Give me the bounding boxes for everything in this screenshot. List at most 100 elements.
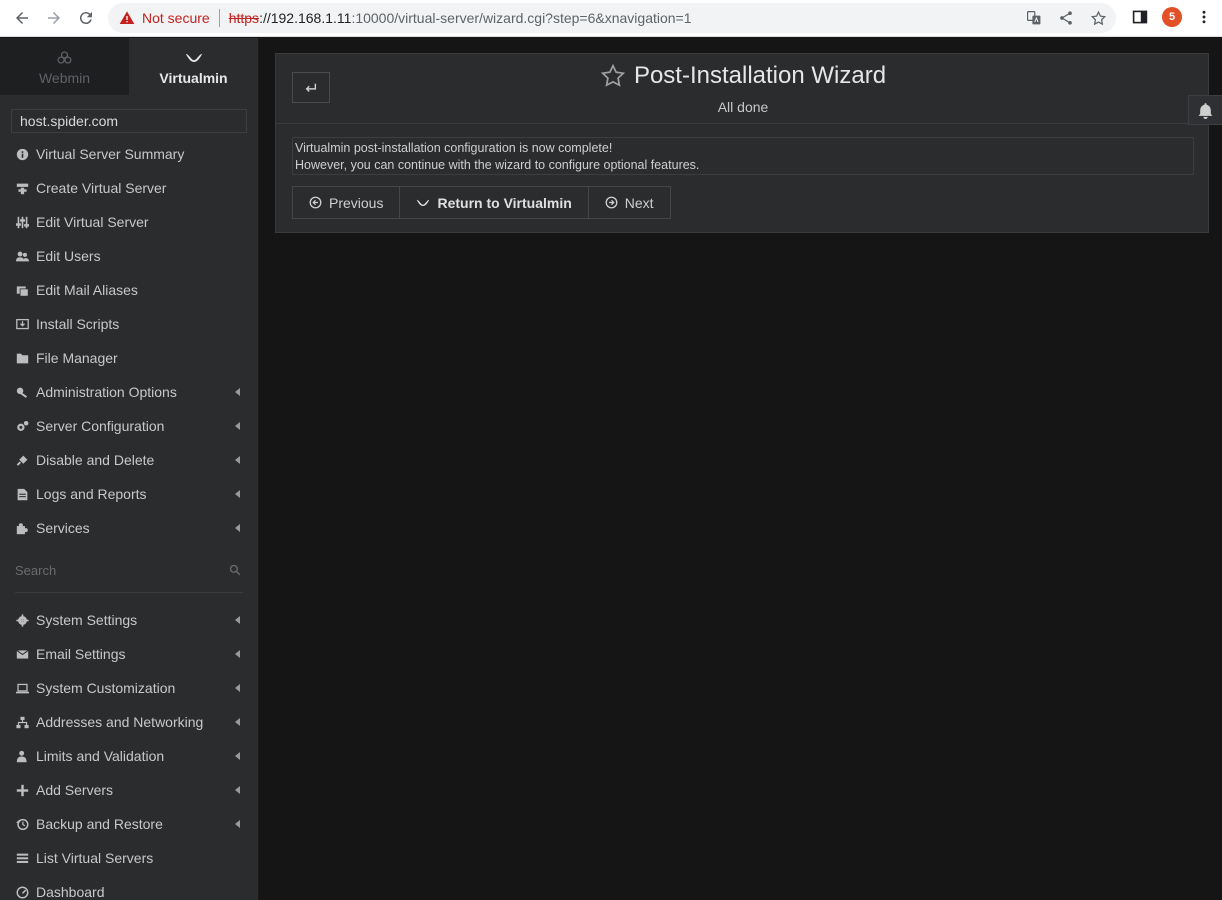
- url-scheme: https: [228, 10, 260, 26]
- file-icon: [15, 487, 29, 501]
- side-panel-icon[interactable]: [1128, 5, 1152, 29]
- history-icon: [15, 817, 29, 831]
- sidebar-item-label: List Virtual Servers: [36, 850, 154, 866]
- back-arrow-icon[interactable]: [6, 2, 38, 34]
- page-title: Post-Installation Wizard: [633, 62, 887, 89]
- submenu-caret-icon: [235, 490, 240, 498]
- next-button[interactable]: Next: [587, 186, 671, 219]
- info-icon: [15, 147, 29, 161]
- sidebar-item-disable-and-delete[interactable]: Disable and Delete: [0, 443, 258, 477]
- sidebar-item-backup-and-restore[interactable]: Backup and Restore: [0, 807, 258, 841]
- laptop-icon: [15, 681, 29, 695]
- sidebar-item-label: Backup and Restore: [36, 816, 163, 832]
- page-header: Post-Installation Wizard All done: [276, 62, 1210, 115]
- url-host: ://192.168.1.11: [259, 10, 352, 26]
- sidebar-item-label: Email Settings: [36, 646, 126, 662]
- share-icon[interactable]: [1056, 8, 1076, 28]
- previous-button[interactable]: Previous: [292, 186, 401, 219]
- webmin-menu: System Settings Email Settings System Cu…: [0, 603, 258, 900]
- sidebar-item-label: Add Servers: [36, 782, 114, 798]
- submenu-caret-icon: [235, 616, 240, 624]
- reload-icon[interactable]: [70, 2, 102, 34]
- submenu-caret-icon: [235, 752, 240, 760]
- sidebar-item-list-virtual-servers[interactable]: List Virtual Servers: [0, 841, 258, 875]
- omnibox-divider: [218, 9, 220, 27]
- translate-icon[interactable]: [1024, 8, 1044, 28]
- sidebar-item-label: Edit Virtual Server: [36, 214, 149, 230]
- sidebar-item-dashboard[interactable]: Dashboard: [0, 875, 258, 900]
- notifications-button[interactable]: [1188, 95, 1222, 125]
- sidebar-item-label: Edit Users: [36, 248, 101, 264]
- sidebar-search: [15, 549, 243, 593]
- mail-alias-icon: [15, 283, 29, 297]
- install-icon: [15, 317, 29, 331]
- submenu-caret-icon: [235, 718, 240, 726]
- completion-message: Virtualmin post-installation configurati…: [292, 137, 1194, 175]
- forward-arrow-icon[interactable]: [38, 2, 70, 34]
- dashboard-icon: [15, 885, 29, 899]
- sidebar-item-label: Server Configuration: [36, 418, 165, 434]
- sidebar-item-server-configuration[interactable]: Server Configuration: [0, 409, 258, 443]
- main-content: Post-Installation Wizard All done Virtua…: [259, 38, 1222, 900]
- next-button-label: Next: [624, 194, 654, 211]
- address-bar[interactable]: Not secure https://192.168.1.11:10000/vi…: [108, 3, 1116, 33]
- sidebar-item-system-customization[interactable]: System Customization: [0, 671, 258, 705]
- plus-icon: [15, 783, 29, 797]
- virtualmin-tab-label: Virtualmin: [159, 70, 228, 86]
- webmin-logo-icon: [56, 47, 73, 67]
- sidebar-item-label: Services: [36, 520, 90, 536]
- sidebar-item-label: Logs and Reports: [36, 486, 147, 502]
- sidebar-item-label: Dashboard: [36, 884, 105, 900]
- submenu-caret-icon: [235, 786, 240, 794]
- wizard-buttons: Previous Return to Virtualmin Next: [292, 186, 671, 219]
- sidebar-item-file-manager[interactable]: File Manager: [0, 341, 258, 375]
- cogs-icon: [15, 419, 29, 433]
- sidebar: Webmin Virtualmin host.spider.com Virtua…: [0, 38, 259, 900]
- sidebar-item-label: Addresses and Networking: [36, 714, 204, 730]
- submenu-caret-icon: [235, 456, 240, 464]
- sidebar-item-limits-and-validation[interactable]: Limits and Validation: [0, 739, 258, 773]
- list-icon: [15, 851, 29, 865]
- favorite-star-icon[interactable]: [600, 63, 626, 89]
- sidebar-item-add-servers[interactable]: Add Servers: [0, 773, 258, 807]
- more-menu-icon[interactable]: [1192, 5, 1216, 29]
- key-icon: [15, 385, 29, 399]
- sidebar-item-label: Limits and Validation: [36, 748, 165, 764]
- sidebar-item-create-virtual-server[interactable]: Create Virtual Server: [0, 171, 258, 205]
- warning-icon: [118, 9, 136, 27]
- sidebar-item-label: Disable and Delete: [36, 452, 155, 468]
- virtualmin-tab[interactable]: Virtualmin: [129, 38, 258, 95]
- sidebar-item-install-scripts[interactable]: Install Scripts: [0, 307, 258, 341]
- browser-toolbar: Not secure https://192.168.1.11:10000/vi…: [0, 0, 1222, 37]
- not-secure-label[interactable]: Not secure: [142, 10, 210, 26]
- users-icon: [15, 249, 29, 263]
- sidebar-item-edit-mail-aliases[interactable]: Edit Mail Aliases: [0, 273, 258, 307]
- sidebar-item-email-settings[interactable]: Email Settings: [0, 637, 258, 671]
- puzzle-icon: [15, 521, 29, 535]
- sidebar-item-addresses-and-networking[interactable]: Addresses and Networking: [0, 705, 258, 739]
- sidebar-item-system-settings[interactable]: System Settings: [0, 603, 258, 637]
- message-line-2: However, you can continue with the wizar…: [295, 158, 700, 172]
- bell-icon: [1198, 102, 1213, 119]
- sidebar-item-label: Virtual Server Summary: [36, 146, 185, 162]
- sidebar-item-services[interactable]: Services: [0, 511, 258, 545]
- sidebar-item-edit-virtual-server[interactable]: Edit Virtual Server: [0, 205, 258, 239]
- sidebar-item-edit-users[interactable]: Edit Users: [0, 239, 258, 273]
- sidebar-item-logs-and-reports[interactable]: Logs and Reports: [0, 477, 258, 511]
- sidebar-item-administration-options[interactable]: Administration Options: [0, 375, 258, 409]
- sidebar-item-label: System Settings: [36, 612, 138, 628]
- bookmark-star-icon[interactable]: [1088, 8, 1108, 28]
- sidebar-item-virtual-server-summary[interactable]: Virtual Server Summary: [0, 137, 258, 171]
- previous-arrow-icon: [309, 196, 322, 209]
- html5-extension-icon[interactable]: 5: [1162, 7, 1182, 27]
- submenu-caret-icon: [235, 820, 240, 828]
- page-title-row: Post-Installation Wizard: [600, 62, 886, 90]
- folder-icon: [15, 351, 29, 365]
- webmin-tab[interactable]: Webmin: [0, 38, 129, 95]
- submenu-caret-icon: [235, 388, 240, 396]
- return-to-virtualmin-button[interactable]: Return to Virtualmin: [399, 186, 589, 219]
- domain-selector[interactable]: host.spider.com: [11, 109, 247, 133]
- sidebar-search-input[interactable]: [15, 563, 215, 578]
- search-icon[interactable]: [229, 563, 241, 581]
- url-text[interactable]: https://192.168.1.11:10000/virtual-serve…: [229, 10, 692, 26]
